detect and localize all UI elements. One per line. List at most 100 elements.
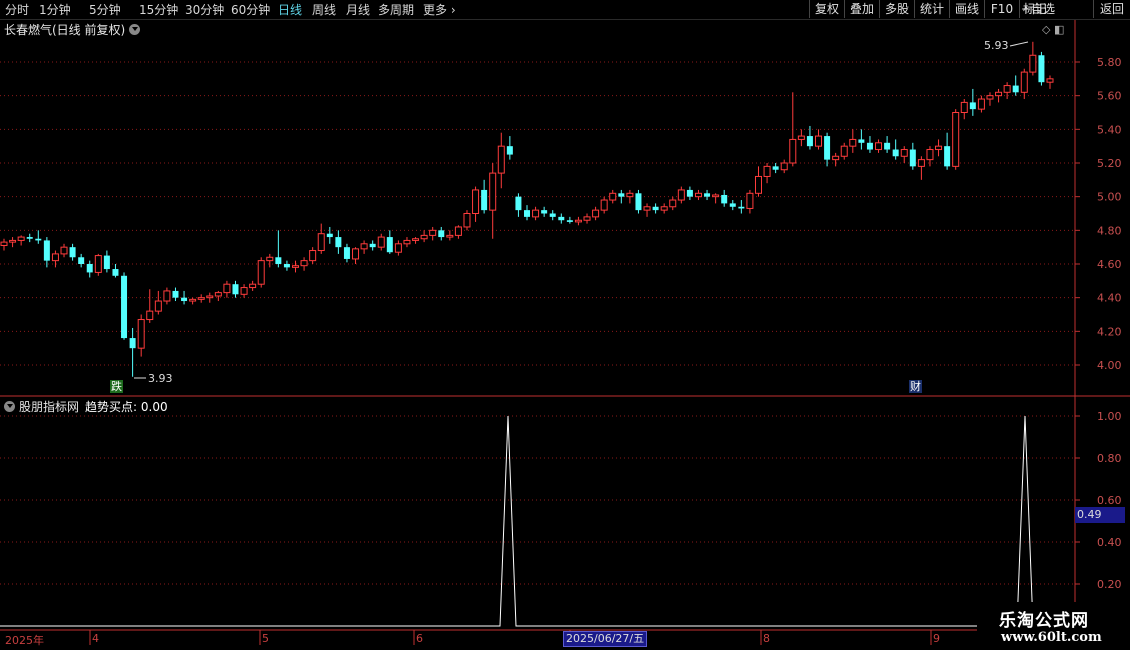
low-price-marker: 3.93	[148, 372, 173, 385]
candle-body	[686, 189, 693, 197]
kline-chart[interactable]: 5.80 5.60 5.40 5.20 5.00 4.80 4.60 4.40 4.20 4.00…	[0, 0, 1130, 650]
period-daily[interactable]: 日线	[278, 1, 302, 18]
candle-body	[94, 255, 102, 273]
indicator-tick-label: 0.40	[1097, 536, 1122, 549]
fall-marker[interactable]: 跌	[110, 380, 123, 393]
chart-corner-icons[interactable]: ◇ ◧	[1042, 23, 1064, 36]
candle-body	[824, 136, 831, 160]
indicator-line	[0, 415, 1075, 627]
candle-body	[917, 159, 925, 167]
draw-line-button[interactable]: 画线	[949, 0, 984, 18]
candle-body	[377, 236, 385, 248]
candle-body	[429, 229, 437, 236]
candle-body	[51, 253, 59, 262]
price-tick-label: 4.60	[1097, 258, 1122, 271]
indicator-tick-label: 0.60	[1097, 494, 1122, 507]
price-tick-label: 5.40	[1097, 123, 1122, 136]
candle-body	[626, 192, 634, 198]
candle-body	[721, 194, 728, 204]
candle-body	[969, 102, 976, 110]
candle-body	[309, 250, 317, 262]
period-fenshi[interactable]: 分时	[5, 1, 29, 18]
candle-body	[223, 283, 231, 294]
candle-body	[960, 101, 968, 114]
candle-body	[394, 243, 402, 253]
candle-body	[789, 138, 797, 164]
candle-body	[729, 203, 736, 207]
period-more[interactable]: 更多 ›	[423, 1, 456, 18]
candle-body	[275, 257, 282, 264]
date-label-6: 6	[416, 632, 423, 645]
candle-body	[600, 199, 608, 211]
stock-title: 长春燃气(日线 前复权)	[4, 23, 126, 37]
indicator-dropdown-icon[interactable]	[4, 401, 15, 412]
price-tick-label: 4.80	[1097, 224, 1122, 237]
candle-body	[738, 206, 745, 209]
candle-body	[1029, 54, 1037, 73]
candle-body	[60, 246, 68, 255]
candle-body	[609, 192, 617, 201]
period-1min[interactable]: 1分钟	[39, 1, 71, 18]
mark-button-visible[interactable]: 标记	[1019, 0, 1050, 18]
f10-button[interactable]: F10	[984, 0, 1019, 18]
period-monthly[interactable]: 月线	[346, 1, 370, 18]
candle-body	[815, 135, 823, 147]
candle-body	[206, 295, 214, 299]
title-dropdown-icon[interactable]	[129, 24, 141, 35]
statistics-button[interactable]: 统计	[914, 0, 949, 18]
candle-body	[574, 219, 582, 223]
candle-body	[652, 206, 659, 211]
candle-body	[163, 290, 171, 302]
candle-body	[86, 264, 93, 273]
period-weekly[interactable]: 周线	[312, 1, 336, 18]
period-5min[interactable]: 5分钟	[89, 1, 121, 18]
finance-marker[interactable]: 财	[909, 380, 922, 393]
chart-title: 长春燃气(日线 前复权)	[4, 21, 141, 38]
candle-body	[472, 189, 480, 214]
candle-body	[112, 269, 119, 276]
watermark-title: 乐淘公式网	[999, 611, 1089, 631]
period-15min[interactable]: 15分钟	[139, 1, 178, 18]
price-tick-label: 5.60	[1097, 90, 1122, 103]
candle-body	[317, 233, 325, 252]
candle-body	[780, 162, 788, 171]
candle-body	[146, 310, 154, 321]
period-30min[interactable]: 30分钟	[185, 1, 224, 18]
price-tick-label: 5.20	[1097, 157, 1122, 170]
date-label-9: 9	[933, 632, 940, 645]
candle-body	[592, 209, 600, 218]
candle-body	[266, 256, 274, 262]
candle-body	[369, 243, 376, 248]
candle-body	[840, 145, 848, 157]
candle-body	[797, 135, 805, 140]
candle-body	[866, 142, 873, 150]
indicator-value: 趋势买点: 0.00	[85, 400, 168, 414]
candle-body	[352, 248, 360, 260]
candle-body	[103, 255, 110, 270]
candle-body	[977, 98, 985, 110]
candle-body	[806, 136, 813, 147]
candle-body	[772, 166, 779, 170]
indicator-tick-label: 0.20	[1097, 578, 1122, 591]
candle-body	[566, 220, 573, 222]
candle-body	[292, 265, 300, 268]
candle-body	[558, 216, 565, 221]
multi-stock-button[interactable]: 多股	[879, 0, 914, 18]
candle-body	[386, 237, 393, 253]
candle-body	[549, 213, 556, 217]
overlay-button[interactable]: 叠加	[844, 0, 879, 18]
period-multi[interactable]: 多周期	[378, 1, 414, 18]
date-label-4: 4	[92, 632, 99, 645]
candle-body	[9, 239, 17, 243]
candle-body	[944, 146, 951, 167]
candle-body	[300, 260, 308, 267]
back-button[interactable]: 返回	[1093, 0, 1130, 18]
candle-body	[986, 95, 994, 100]
candle-body	[17, 236, 25, 241]
candle-body	[506, 146, 513, 155]
candle-body	[189, 298, 197, 302]
candle-body	[643, 206, 651, 211]
candle-body	[694, 192, 702, 198]
period-60min[interactable]: 60分钟	[231, 1, 270, 18]
restore-rights-button[interactable]: 复权	[809, 0, 844, 18]
